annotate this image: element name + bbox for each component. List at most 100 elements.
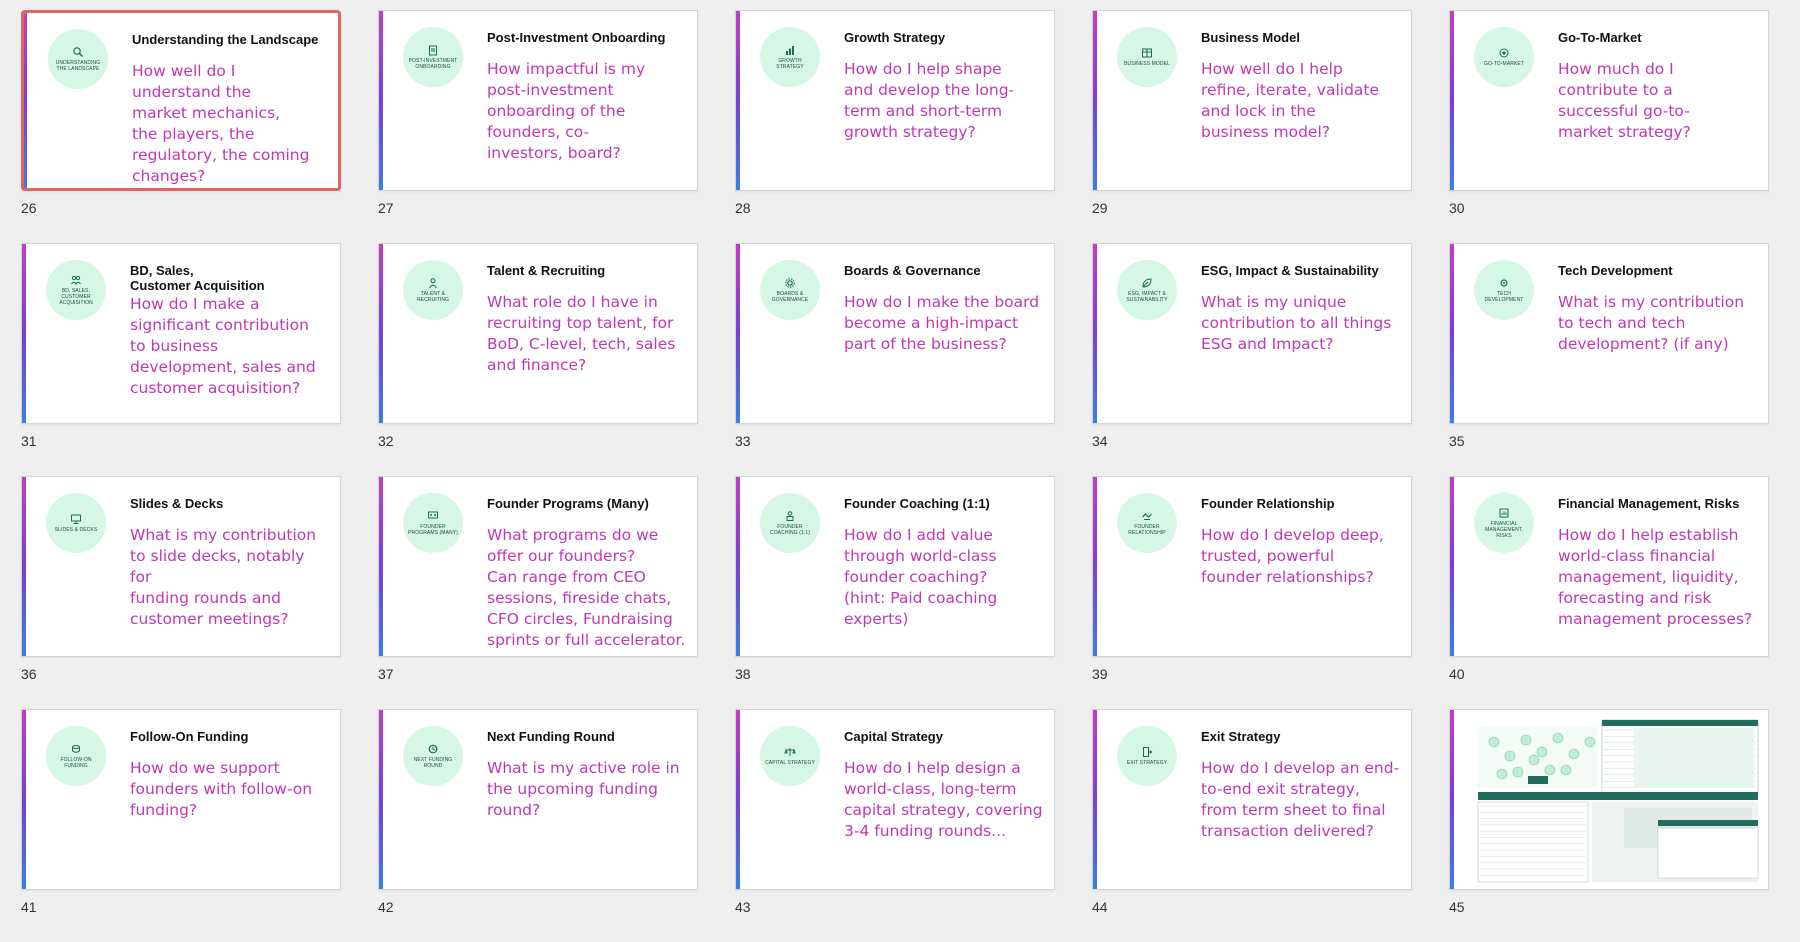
slide-thumbnail[interactable]: BUSINESS MODEL Business Model How well do … (1092, 10, 1412, 191)
topic-badge: BD, SALES, CUSTOMER ACQUISITION (46, 260, 106, 320)
slide-thumbnail[interactable] (1449, 709, 1769, 890)
slide-thumbnail[interactable]: SLIDES & DECKS Slides & Decks What is my c… (21, 476, 341, 657)
slide-sorter-grid: UNDERSTANDING THE LANDSCAPE Understanding… (21, 10, 1769, 942)
slide-cell: NEXT FUNDING ROUND Next Funding Round What… (378, 709, 698, 942)
slide-title: Go-To-Market (1558, 30, 1642, 45)
magnifier-icon (73, 47, 83, 57)
slide-question: What is my unique contribution to all th… (1201, 293, 1392, 353)
slide-accent-bar (736, 11, 740, 190)
cog-chip-icon (1500, 279, 1508, 287)
badge-label: BOARDS & GOVERNANCE (771, 291, 809, 303)
slide-cell: BOARDS & GOVERNANCE Boards & Governance Ho… (735, 243, 1055, 476)
slide-accent-bar (1093, 710, 1097, 889)
slide-title: Boards & Governance (844, 263, 981, 278)
slide-question: What is my contribution to slide decks, … (130, 526, 317, 628)
slide-question: How do I help shape and develop the long… (844, 60, 1015, 141)
finance-icon (1499, 508, 1509, 518)
slide-accent-bar (1093, 11, 1097, 190)
cycle-icon (428, 744, 438, 754)
topic-badge: SLIDES & DECKS (46, 493, 106, 553)
badge-label: CAPITAL STRATEGY (765, 760, 815, 766)
slide-title: Tech Development (1558, 263, 1673, 278)
topic-badge: POST-INVESTMENT ONBOARDING (403, 27, 463, 87)
slide-title: Follow-On Funding (130, 729, 249, 744)
badge-label: FOUNDER RELATIONSHIP (1128, 524, 1166, 536)
slide-cell: UNDERSTANDING THE LANDSCAPE Understanding… (21, 10, 341, 243)
slide-accent-bar (379, 244, 383, 423)
slide-number: 37 (378, 666, 394, 682)
slide-accent-bar (22, 244, 26, 423)
slide-title: ESG, Impact & Sustainability (1201, 263, 1379, 278)
slide-title: BD, Sales, Customer Acquisition (130, 263, 265, 293)
door-exit-icon (1143, 747, 1153, 757)
people-icon (71, 275, 81, 286)
slide-thumbnail[interactable]: FINANCIAL MANAGEMENT, RISKS Financial Man… (1449, 476, 1769, 657)
slide-accent-bar (379, 710, 383, 889)
badge-label: BUSINESS MODEL (1124, 61, 1170, 67)
slide-number: 28 (735, 200, 751, 216)
slide-thumbnail[interactable]: TALENT & RECRUITING Talent & Recruiting Wh… (378, 243, 698, 424)
topic-badge: BUSINESS MODEL (1117, 27, 1177, 87)
slide-thumbnail[interactable]: BD, SALES, CUSTOMER ACQUISITION BD, Sales… (21, 243, 341, 424)
slide-thumbnail[interactable]: FOUNDER PROGRAMS (MANY) Founder Programs … (378, 476, 698, 657)
coins-icon (72, 745, 80, 753)
slide-cell: BUSINESS MODEL Business Model How well do … (1092, 10, 1412, 243)
slide-title: Business Model (1201, 30, 1300, 45)
topic-badge: FOUNDER COACHING (1:1) (760, 493, 820, 553)
slide-number: 45 (1449, 899, 1465, 915)
slide-cell: 45 (1449, 709, 1769, 942)
slide-number: 43 (735, 899, 751, 915)
slide-question: How do I make the board become a high-im… (844, 293, 1040, 353)
slide-thumbnail[interactable]: BOARDS & GOVERNANCE Boards & Governance Ho… (735, 243, 1055, 424)
slide-title: Exit Strategy (1201, 729, 1281, 744)
slide-thumbnail[interactable]: FOUNDER COACHING (1:1) Founder Coaching (… (735, 476, 1055, 657)
slide-title: Post-Investment Onboarding (487, 30, 666, 45)
slide-thumbnail[interactable]: GO-TO-MARKET Go-To-Market How much do I co… (1449, 10, 1769, 191)
badge-label: SLIDES & DECKS (54, 527, 98, 533)
topic-badge: FINANCIAL MANAGEMENT, RISKS (1474, 493, 1534, 553)
slide-cell: FOLLOW-ON FUNDING Follow-On Funding How do… (21, 709, 341, 942)
slide-title: Founder Coaching (1:1) (844, 496, 990, 511)
slide-cell: POST-INVESTMENT ONBOARDING Post-Investmen… (378, 10, 698, 243)
slide-title: Next Funding Round (487, 729, 615, 744)
topic-badge: CAPITAL STRATEGY (760, 726, 820, 786)
slide-question: What programs do we offer our founders? … (487, 526, 686, 649)
slide-number: 44 (1092, 899, 1108, 915)
slide-thumbnail[interactable]: GROWTH STRATEGY Growth Strategy How do I h… (735, 10, 1055, 191)
slide-cell: EXIT STRATEGY Exit Strategy How do I devel… (1092, 709, 1412, 942)
slide-number: 39 (1092, 666, 1108, 682)
slide-thumbnail[interactable]: TECH DEVELOPMENT Tech Development What is … (1449, 243, 1769, 424)
slide-accent-bar (1093, 477, 1097, 656)
slide-thumbnail[interactable]: FOUNDER RELATIONSHIP Founder Relationship… (1092, 476, 1412, 657)
slide-cell: TECH DEVELOPMENT Tech Development What is … (1449, 243, 1769, 476)
person-icon (429, 278, 437, 289)
slide-cell: FINANCIAL MANAGEMENT, RISKS Financial Man… (1449, 476, 1769, 709)
slide-thumbnail[interactable]: EXIT STRATEGY Exit Strategy How do I devel… (1092, 709, 1412, 890)
slide-question: How do I add value through world-class f… (844, 526, 998, 628)
slide-number: 41 (21, 899, 37, 915)
slide-number: 40 (1449, 666, 1465, 682)
slide-thumbnail[interactable]: NEXT FUNDING ROUND Next Funding Round What… (378, 709, 698, 890)
slide-question: What is my active role in the upcoming f… (487, 759, 680, 819)
badge-label: ESG, IMPACT & SUSTAINABILITY (1126, 291, 1168, 303)
gear-icon (785, 278, 795, 288)
handshake-icon (1142, 513, 1152, 520)
topic-badge: ESG, IMPACT & SUSTAINABILITY (1117, 260, 1177, 320)
slide-thumbnail[interactable]: POST-INVESTMENT ONBOARDING Post-Investmen… (378, 10, 698, 191)
badge-label: GO-TO-MARKET (1484, 61, 1524, 67)
slide-accent-bar (1450, 11, 1454, 190)
topic-badge: BOARDS & GOVERNANCE (760, 260, 820, 320)
slide-number: 31 (21, 433, 37, 449)
coach-icon (786, 511, 794, 521)
slide-question: How impactful is my post-investment onbo… (487, 60, 646, 162)
slide-thumbnail[interactable]: UNDERSTANDING THE LANDSCAPE Understanding… (21, 10, 341, 191)
slide-title: Capital Strategy (844, 729, 943, 744)
badge-label: NEXT FUNDING ROUND (413, 757, 453, 769)
slide-thumbnail[interactable]: FOLLOW-ON FUNDING Follow-On Funding How do… (21, 709, 341, 890)
slide-thumbnail[interactable]: CAPITAL STRATEGY Capital Strategy How do I… (735, 709, 1055, 890)
slide-thumbnail[interactable]: ESG, IMPACT & SUSTAINABILITY ESG, Impact … (1092, 243, 1412, 424)
badge-label: UNDERSTANDING THE LANDSCAPE (55, 60, 101, 72)
slide-cell: FOUNDER RELATIONSHIP Founder Relationship… (1092, 476, 1412, 709)
slide-cell: BD, SALES, CUSTOMER ACQUISITION BD, Sales… (21, 243, 341, 476)
badge-label: FOLLOW-ON FUNDING (60, 757, 92, 769)
